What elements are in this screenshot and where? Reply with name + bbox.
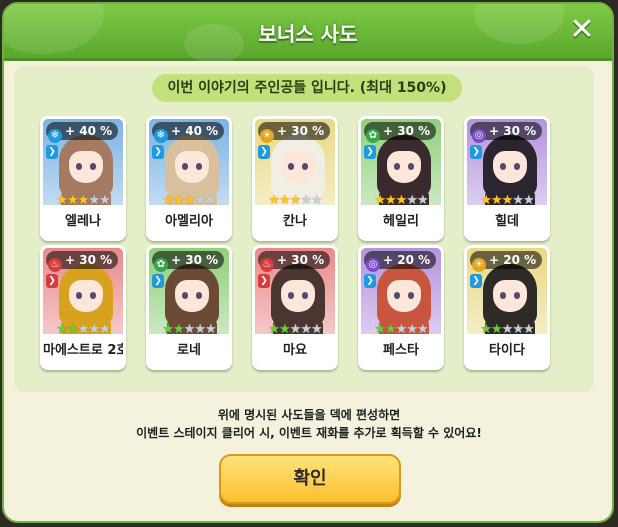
- character-face: [69, 151, 103, 183]
- sun-icon: ☀: [472, 258, 486, 272]
- character-eye: [514, 163, 520, 170]
- snowflake-icon: ❄: [48, 129, 62, 143]
- character-card[interactable]: ◎ + 30 % ❯ ★★★★★ 힐데: [464, 116, 550, 241]
- close-icon[interactable]: ✕: [566, 14, 598, 46]
- character-eye: [182, 163, 188, 170]
- bonus-percent: + 30 %: [171, 253, 219, 267]
- character-eye: [288, 163, 294, 170]
- character-name: 헤일리: [361, 205, 441, 238]
- bonus-badge: ♨ + 30 %: [46, 251, 119, 272]
- character-eye: [196, 292, 202, 299]
- bonus-info-banner: 이번 이야기의 주인공들 입니다. (최대 150%): [152, 74, 462, 102]
- character-card[interactable]: ♨ + 30 % ❯ ★★★★★ 마요: [252, 245, 338, 370]
- class-chevron-icon: ❯: [364, 145, 376, 159]
- character-eye: [500, 163, 506, 170]
- snowflake-icon: ❄: [154, 129, 168, 143]
- character-name: 로네: [149, 334, 229, 367]
- leaf-icon: ✿: [154, 258, 168, 272]
- character-face: [281, 151, 315, 183]
- swirl-icon: ◎: [366, 258, 380, 272]
- bonus-percent: + 20 %: [489, 253, 537, 267]
- character-eye: [76, 163, 82, 170]
- character-face: [175, 280, 209, 312]
- character-eye: [394, 163, 400, 170]
- class-chevron-icon: ❯: [152, 274, 164, 288]
- character-card[interactable]: ☀ + 20 % ❯ ★★★★★ 타이다: [464, 245, 550, 370]
- class-chevron-icon: ❯: [364, 274, 376, 288]
- character-name: 엘레나: [43, 205, 123, 238]
- class-chevron-icon: ❯: [470, 145, 482, 159]
- character-eye: [408, 292, 414, 299]
- bonus-badge: ❄ + 40 %: [46, 122, 119, 143]
- bonus-percent: + 30 %: [277, 253, 325, 267]
- bonus-badge: ✿ + 30 %: [152, 251, 225, 272]
- character-face: [69, 280, 103, 312]
- character-eye: [302, 163, 308, 170]
- class-chevron-icon: ❯: [46, 274, 58, 288]
- character-face: [281, 280, 315, 312]
- character-name: 마에스트로 2호: [43, 334, 123, 367]
- character-eye: [196, 163, 202, 170]
- character-name: 마요: [255, 334, 335, 367]
- notice-line-2: 이벤트 스테이지 클리어 시, 이벤트 재화를 추가로 획득할 수 있어요!: [136, 426, 482, 440]
- dialog-title: 보너스 사도: [258, 22, 358, 46]
- character-eye: [408, 163, 414, 170]
- bonus-percent: + 30 %: [65, 253, 113, 267]
- character-name: 페스타: [361, 334, 441, 367]
- character-card[interactable]: ◎ + 20 % ❯ ★★★★★ 페스타: [358, 245, 444, 370]
- bonus-badge: ☀ + 20 %: [470, 251, 543, 272]
- character-name: 타이다: [467, 334, 547, 367]
- class-chevron-icon: ❯: [258, 145, 270, 159]
- character-face: [493, 151, 527, 183]
- character-face: [387, 151, 421, 183]
- leaf-icon: ✿: [366, 129, 380, 143]
- character-face: [175, 151, 209, 183]
- bonus-percent: + 40 %: [171, 124, 219, 138]
- confirm-button[interactable]: 확인: [219, 454, 401, 504]
- class-chevron-icon: ❯: [470, 274, 482, 288]
- bonus-percent: + 30 %: [383, 124, 431, 138]
- character-eye: [90, 292, 96, 299]
- character-eye: [514, 292, 520, 299]
- notice-line-1: 위에 명시된 사도들을 덱에 편성하면: [217, 408, 401, 422]
- character-eye: [302, 292, 308, 299]
- bonus-badge: ❄ + 40 %: [152, 122, 225, 143]
- bonus-percent: + 30 %: [277, 124, 325, 138]
- flame-icon: ♨: [48, 258, 62, 272]
- bonus-percent: + 40 %: [65, 124, 113, 138]
- dialog-header: 보너스 사도 ✕: [4, 4, 612, 64]
- bonus-badge: ♨ + 30 %: [258, 251, 331, 272]
- bonus-percent: + 30 %: [489, 124, 537, 138]
- class-chevron-icon: ❯: [258, 274, 270, 288]
- character-name: 힐데: [467, 205, 547, 238]
- sun-icon: ☀: [260, 129, 274, 143]
- character-card[interactable]: ✿ + 30 % ❯ ★★★★★ 로네: [146, 245, 232, 370]
- bonus-badge: ◎ + 30 %: [470, 122, 543, 143]
- character-card[interactable]: ☀ + 30 % ❯ ★★★★★ 칸나: [252, 116, 338, 241]
- character-name: 칸나: [255, 205, 335, 238]
- character-eye: [394, 292, 400, 299]
- character-eye: [500, 292, 506, 299]
- bonus-badge: ◎ + 20 %: [364, 251, 437, 272]
- class-chevron-icon: ❯: [152, 145, 164, 159]
- bonus-percent: + 20 %: [383, 253, 431, 267]
- character-face: [493, 280, 527, 312]
- character-face: [387, 280, 421, 312]
- character-card[interactable]: ✿ + 30 % ❯ ★★★★★ 헤일리: [358, 116, 444, 241]
- flame-icon: ♨: [260, 258, 274, 272]
- bonus-badge: ✿ + 30 %: [364, 122, 437, 143]
- bonus-badge: ☀ + 30 %: [258, 122, 331, 143]
- character-eye: [90, 163, 96, 170]
- character-card[interactable]: ❄ + 40 % ❯ ★★★★★ 아멜리아: [146, 116, 232, 241]
- character-eye: [76, 292, 82, 299]
- character-card[interactable]: ♨ + 30 % ❯ ★★★★★ 마에스트로 2호: [40, 245, 126, 370]
- class-chevron-icon: ❯: [46, 145, 58, 159]
- swirl-icon: ◎: [472, 129, 486, 143]
- character-card[interactable]: ❄ + 40 % ❯ ★★★★★ 엘레나: [40, 116, 126, 241]
- character-eye: [182, 292, 188, 299]
- character-name: 아멜리아: [149, 205, 229, 238]
- character-eye: [288, 292, 294, 299]
